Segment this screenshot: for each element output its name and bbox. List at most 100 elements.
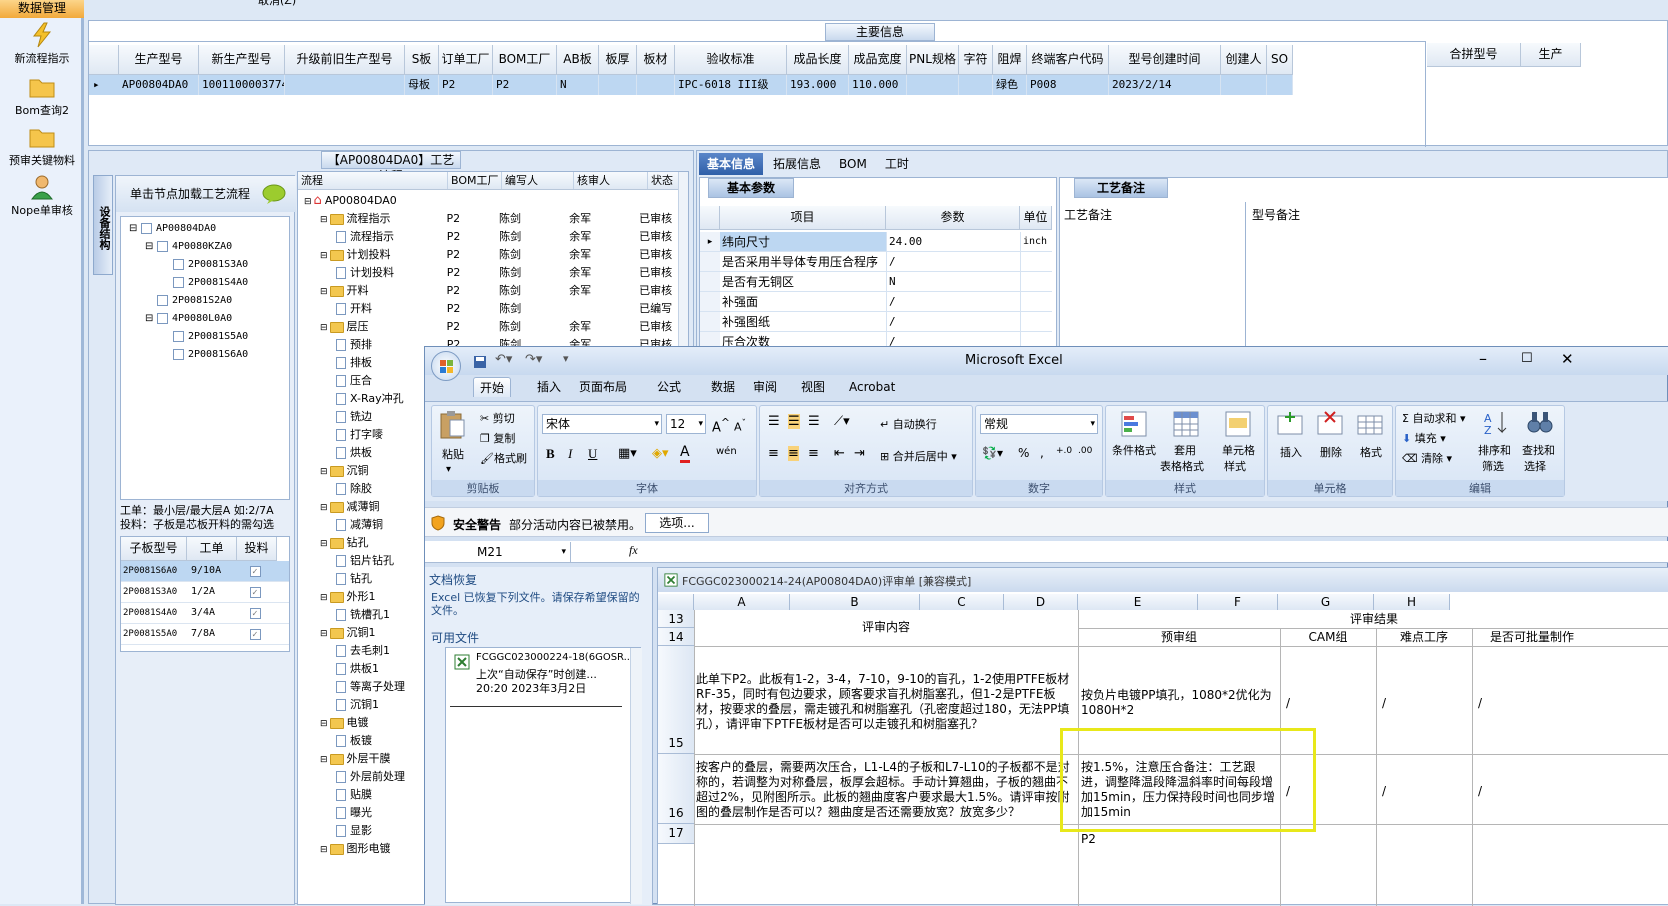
checkbox[interactable] [157, 240, 168, 252]
tree-node[interactable]: 2P0081S6A0 [121, 345, 289, 363]
align-right-icon[interactable]: ≡ [808, 446, 819, 461]
tree-node[interactable]: 2P0081S4A0 [121, 273, 289, 291]
param-value-cell[interactable]: / [886, 292, 1020, 311]
param-value-cell[interactable]: N [886, 272, 1020, 291]
find-label-2[interactable]: 选择 [1524, 458, 1546, 474]
slash-cell[interactable]: / [1478, 696, 1482, 711]
table-row[interactable]: 补强面 / [700, 292, 1052, 312]
sidebar-item-key-material[interactable]: 预审关键物料 [0, 124, 84, 168]
main-info-cell[interactable] [959, 75, 993, 95]
flow-row[interactable]: 计划投料 P2 陈剑 余军 已审核 [298, 264, 678, 282]
cell-style-label-1[interactable]: 单元格 [1222, 442, 1255, 458]
number-format-select[interactable]: 常规 ▾ [980, 414, 1098, 434]
checkbox[interactable] [173, 258, 184, 270]
sidebar-item-nope-review[interactable]: Nope单审核 [0, 174, 84, 218]
feed-cell[interactable]: ✓ [237, 582, 277, 602]
column-header[interactable]: 验收标准 [675, 45, 787, 75]
indent-increase-icon[interactable]: ⇥ [854, 446, 865, 461]
row-header[interactable]: 13 [658, 610, 694, 628]
tab-device-structure[interactable]: 设备结构 [93, 175, 113, 275]
feed-checkbox[interactable]: ✓ [249, 566, 261, 577]
expand-icon[interactable]: ⊟ [320, 251, 328, 261]
table-row[interactable]: 是否采用半导体专用压合程序 / [700, 252, 1052, 272]
tree-node[interactable]: ⊟ AP00804DA0 [121, 219, 289, 237]
table-row[interactable]: 2P0081S4A0 3/4A ✓ [121, 603, 289, 624]
main-info-cell[interactable] [637, 75, 675, 95]
flow-row[interactable]: ⊟ 开料 P2 陈剑 余军 已审核 [298, 282, 678, 300]
insert-cells-button[interactable]: 插入 [1280, 444, 1302, 460]
expand-icon[interactable]: ⊟ [320, 467, 328, 477]
main-info-cell[interactable]: 2023/2/14 [1109, 75, 1221, 95]
indent-decrease-icon[interactable]: ⇤ [834, 446, 845, 461]
recovery-file-item[interactable]: FCGGC023000224-18(6GOSR... 上次“自动保存”时创建..… [446, 648, 642, 710]
checkbox[interactable] [173, 348, 184, 360]
phonetic-button[interactable]: wén [716, 446, 737, 457]
main-info-cell[interactable] [1221, 75, 1267, 95]
row-header[interactable]: 16 [658, 754, 694, 824]
column-header[interactable]: A [694, 594, 790, 610]
expand-icon[interactable]: ⊟ [145, 238, 157, 256]
tab-bom[interactable]: BOM [831, 153, 875, 175]
column-header[interactable]: 子板型号 [121, 537, 187, 561]
ribbon-tab-2[interactable]: 页面布局 [573, 377, 633, 397]
slash-cell[interactable]: / [1478, 784, 1482, 799]
column-header[interactable]: 投料 [237, 537, 277, 561]
main-info-data-row[interactable]: ▸AP00804DA010011000037744母板P2P2NIPC-6018… [89, 75, 1293, 95]
process-notes-field[interactable]: 工艺备注 [1060, 202, 1246, 352]
align-center-icon[interactable]: ≡ [788, 446, 799, 461]
flow-row[interactable]: ⊟ ⌂ AP00804DA0 [298, 192, 678, 210]
font-name-select[interactable]: 宋体 ▾ [542, 414, 662, 434]
column-header[interactable]: 升级前旧生产型号 [285, 45, 405, 75]
tree-node[interactable]: 2P0081S2A0 [121, 291, 289, 309]
column-header[interactable]: C [920, 594, 1004, 610]
expand-icon[interactable]: ⊟ [320, 845, 328, 855]
expand-icon[interactable]: ⊟ [145, 310, 157, 328]
font-color-button[interactable]: A [680, 444, 690, 463]
column-header[interactable]: 流程 [298, 172, 448, 189]
column-header[interactable]: 字符 [959, 45, 993, 75]
recovery-scrollbar[interactable] [630, 648, 642, 904]
expand-icon[interactable]: ⊟ [320, 215, 328, 225]
column-header[interactable]: E [1078, 594, 1198, 610]
column-header[interactable]: 工单 [187, 537, 237, 561]
column-header[interactable]: 创建人 [1221, 45, 1267, 75]
flow-row[interactable]: ⊟ 计划投料 P2 陈剑 余军 已审核 [298, 246, 678, 264]
column-header[interactable]: 阻焊 [993, 45, 1027, 75]
sort-label-2[interactable]: 筛选 [1482, 458, 1504, 474]
fill-button[interactable]: ⬇ 填充 ▾ [1402, 430, 1446, 446]
feed-cell[interactable]: ✓ [237, 624, 277, 644]
column-header[interactable]: S板 [405, 45, 439, 75]
column-header[interactable]: 生产型号 [119, 45, 199, 75]
font-size-select[interactable]: 12 ▾ [666, 414, 706, 434]
tab-extended-info[interactable]: 拓展信息 [765, 153, 829, 175]
column-header[interactable]: 核审人 [574, 172, 648, 189]
align-middle-icon[interactable]: ☰ [788, 414, 800, 429]
expand-icon[interactable]: ⊟ [320, 629, 328, 639]
review-content-cell[interactable]: 按客户的叠层，需要两次压合，L1-L4的子板和L7-L10的子板都不是对称的，若… [696, 760, 1076, 820]
sidebar-item-bom-query[interactable]: Bom查询2 [0, 74, 84, 118]
row-indicator[interactable]: ▸ [89, 75, 119, 95]
column-header[interactable]: 成品宽度 [849, 45, 907, 75]
structure-tree[interactable]: ⊟ AP00804DA0 ⊟ 4P0080KZA0 2P0081S3A0 2P0081S4… [120, 216, 290, 500]
main-info-cell[interactable]: IPC-6018 III级 [675, 75, 787, 95]
expand-icon[interactable]: ⊟ [320, 719, 328, 729]
flow-row[interactable]: ⊟ 层压 P2 陈剑 余军 已审核 [298, 318, 678, 336]
formula-input[interactable] [647, 542, 1667, 562]
feed-checkbox[interactable]: ✓ [249, 587, 261, 598]
ribbon-tab-7[interactable]: Acrobat [843, 377, 901, 397]
ribbon-tab-6[interactable]: 视图 [795, 377, 831, 397]
table-row[interactable]: 2P0081S5A0 7/8A ✓ [121, 624, 289, 645]
paste-label[interactable]: 粘贴 [442, 446, 464, 462]
load-hint[interactable]: 单击节点加载工艺流程 [116, 176, 296, 212]
comma-button[interactable]: , [1040, 446, 1044, 460]
main-info-cell[interactable]: 绿色 [993, 75, 1027, 95]
flow-row[interactable]: 流程指示 P2 陈剑 余军 已审核 [298, 228, 678, 246]
expand-icon[interactable]: ⊟ [320, 593, 328, 603]
table-row[interactable]: 是否有无铜区 N [700, 272, 1052, 292]
flow-row[interactable]: 开料 P2 陈剑 已编写 [298, 300, 678, 318]
table-row[interactable]: 2P0081S3A0 1/2A ✓ [121, 582, 289, 603]
column-header[interactable]: BOM工厂 [493, 45, 557, 75]
align-top-icon[interactable]: ☰ [768, 414, 780, 429]
column-header[interactable]: 参数 [886, 206, 1020, 230]
select-all-corner[interactable] [658, 594, 694, 610]
